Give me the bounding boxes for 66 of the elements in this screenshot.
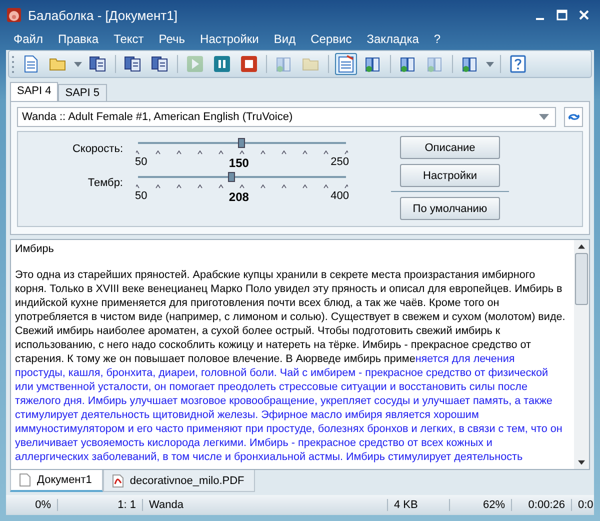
menu-item[interactable]: ? (426, 32, 448, 46)
engine-tab[interactable]: SAPI 5 (58, 84, 106, 101)
refresh-icon (566, 112, 580, 122)
menu-item[interactable]: Речь (151, 32, 193, 46)
slider-label: Скорость: (71, 143, 124, 157)
status-field: 0:00:26 (512, 499, 572, 511)
voice-dropdown[interactable]: Wanda :: Adult Female #1, American English (TruVoice) (17, 107, 556, 127)
dropdown-arrow-icon (539, 114, 549, 120)
caret-icon[interactable] (74, 62, 82, 66)
panel-button[interactable]: Описание (400, 136, 500, 159)
menu-item[interactable]: Файл (6, 32, 51, 46)
document-tab[interactable]: Документ1 (10, 470, 103, 492)
status-field: Wanda (143, 499, 388, 511)
text-line: Свежий имбирь наиболее ароматен, а сухой более острый. Чтобы подготовить свежий имбирь к (15, 325, 500, 337)
caret-icon[interactable] (486, 62, 494, 66)
slider-value: 208 (228, 190, 249, 204)
spoken-text: няется для лечения (415, 353, 515, 365)
text-line: корня. Только в XVIII веке венецианец Марко Поло увидел эту пряность и описал для европейцев. Имбирь в (15, 283, 562, 295)
slider-min: 50 (135, 190, 148, 204)
window-title: Балаболка - [Документ1] (28, 8, 178, 22)
maximize-icon[interactable] (556, 9, 568, 21)
panel-button[interactable]: Настройки (400, 164, 500, 187)
menu-item[interactable]: Правка (50, 32, 106, 46)
menu-item[interactable]: Настройки (192, 32, 266, 46)
spoken-text: увеличивает усвояемость кислорода легкими. Имбирь - прекрасное средство от всех кожных и (15, 437, 492, 449)
spoken-text: простуды, кашля, бронхита, диареи, головной боли. Чай с имбирем - прекрасное средство от физической (15, 367, 548, 379)
menu-item[interactable]: Текст (106, 32, 152, 46)
close-icon[interactable] (578, 9, 590, 21)
slider[interactable] (138, 172, 346, 182)
text-line: использованию, с него надо соскоблить кожицу и натереть на тёрке. Имбирь - прекрасное средство от (15, 339, 531, 351)
slider[interactable] (138, 138, 346, 148)
text-line: употребляется в чистом виде (например, с лимоном и солью). Существует в свежем и сухом (молотом) виде. (15, 311, 566, 323)
scrollbar[interactable] (574, 240, 589, 469)
spoken-text: стимулирует деятельность щитовидной железы. Эфирное масло имбиря является хорошим (15, 409, 479, 421)
status-field: 0% (6, 499, 58, 511)
document-tab[interactable]: decorativnoe_milo.PDF (102, 470, 256, 492)
panel-button[interactable]: По умолчанию (400, 197, 500, 220)
scroll-thumb[interactable] (575, 253, 588, 305)
scroll-down-icon[interactable] (578, 460, 585, 465)
slider-max: 250 (330, 156, 349, 170)
refresh-button[interactable] (564, 107, 583, 127)
engine-tab[interactable]: SAPI 4 (10, 82, 58, 101)
slider-min: 50 (135, 156, 148, 170)
text-line: индийской кухне применяется для приготовления почти всех блюд, а так же чаёв. Кроме того он (15, 297, 500, 309)
status-field: 0:0 (572, 499, 600, 511)
scroll-up-icon[interactable] (578, 244, 585, 249)
status-field: 4 KB (388, 499, 450, 511)
spoken-text: тяжелого дня. Имбирь улучшает мозговое кровообращение, укрепляет сосуды и улучшает память, а также (15, 395, 552, 407)
text-line: старения. К тому же он повышает половое влечение. В Аюрведе имбирь приме (15, 353, 416, 365)
menu-item[interactable]: Сервис (303, 32, 360, 46)
slider-value: 150 (228, 156, 249, 170)
text-heading: Имбирь (15, 243, 54, 255)
menu-item[interactable]: Вид (266, 32, 304, 46)
menu-item[interactable]: Закладка (359, 32, 426, 46)
spoken-text: иммуностимулятором и его часто применяют при простуде, болезнях бронхов и легких, в связи с тем, что он (15, 423, 562, 435)
pdf-icon (112, 474, 124, 488)
spoken-text: или умственной усталости, он помогает преодолеть стрессовые ситуации и восстановить силы после (15, 381, 528, 393)
slider-max: 400 (330, 190, 349, 204)
status-field: 1: 1 (58, 499, 143, 511)
app-icon (6, 7, 22, 23)
text-line: Это одна из старейших пряностей. Арабские купцы хранили в секрете места произрастания имбирного (15, 269, 536, 281)
slider-label: Тембр: (86, 177, 124, 191)
spoken-text: аллергических заболеваний, в том числе и бронхиальной астмы. Имбирь стимулирует деятельность (15, 451, 523, 463)
grip-icon (11, 54, 15, 74)
page-icon (19, 473, 31, 487)
status-field: 62% (450, 499, 512, 511)
